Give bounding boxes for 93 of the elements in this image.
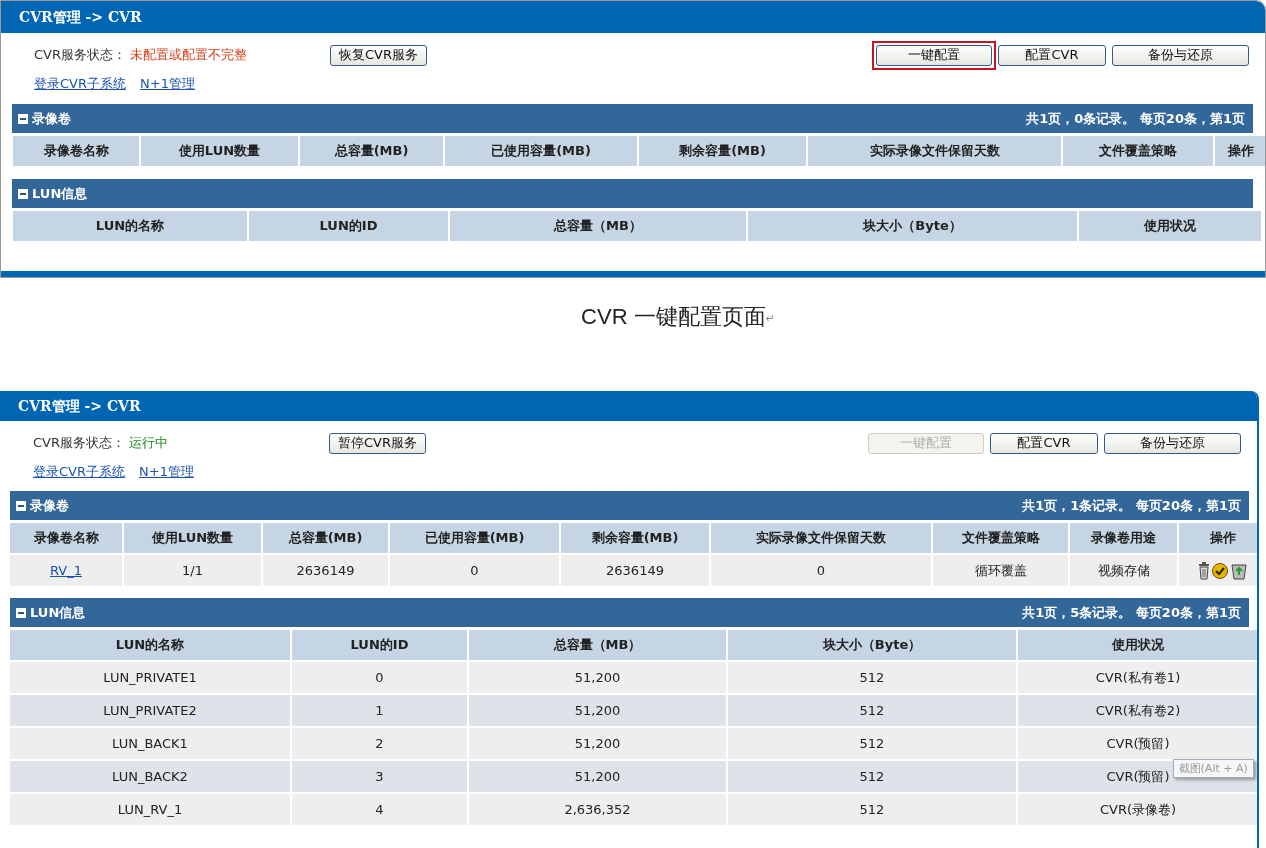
section-title: 录像卷	[30, 496, 69, 515]
nav-link[interactable]: N+1管理	[140, 75, 195, 97]
table-cell: 512	[728, 728, 1016, 759]
table-cell: CVR(预留) 截图(Alt + A)	[1018, 761, 1257, 792]
column-header: 实际录像文件保留天数	[711, 523, 931, 553]
column-header: 总容量(MB)	[263, 523, 388, 553]
table-cell: 2636149	[561, 555, 709, 586]
pagination-info: 共1页，1条记录。 每页20条，第1页	[1022, 496, 1241, 515]
pagination-info: 共1页，0条记录。 每页20条，第1页	[1026, 109, 1245, 128]
nav-link[interactable]: 登录CVR子系统	[33, 463, 125, 485]
table-cell: LUN_BACK1	[10, 728, 290, 759]
table-cell: 0	[711, 555, 931, 586]
column-header: 使用状况	[1079, 211, 1261, 241]
column-header: 已使用容量(MB)	[445, 136, 637, 166]
service-button[interactable]: 暂停CVR服务	[329, 432, 427, 454]
column-header: 剩余容量(MB)	[561, 523, 709, 553]
column-header: 已使用容量(MB)	[390, 523, 559, 553]
column-header: LUN的ID	[249, 211, 448, 241]
status-label: CVR服务状态：	[34, 46, 126, 64]
trash-icon[interactable]	[1197, 561, 1210, 580]
table-cell: LUN_PRIVATE2	[10, 695, 290, 726]
column-header: 操作	[1179, 523, 1257, 553]
collapse-icon[interactable]	[16, 607, 26, 618]
nav-link[interactable]: N+1管理	[139, 463, 194, 485]
table-cell: CVR(私有卷2)	[1018, 695, 1257, 726]
toolbar-button[interactable]: 备份与还原	[1104, 432, 1241, 454]
column-header: 剩余容量(MB)	[639, 136, 806, 166]
table-cell: LUN_RV_1	[10, 794, 290, 825]
table-cell: LUN_BACK2	[10, 761, 290, 792]
status-value: 未配置或配置不完整	[130, 46, 248, 64]
column-header: 录像卷用途	[1070, 523, 1177, 553]
table-cell: 2,636,352	[469, 794, 726, 825]
panel-title: CVR管理 -> CVR	[0, 391, 1257, 421]
column-header: LUN的名称	[10, 630, 290, 660]
table-cell: 2636149	[263, 555, 388, 586]
toolbar-button[interactable]: 配置CVR	[990, 432, 1098, 454]
table-cell: 0	[390, 555, 559, 586]
table-cell: 512	[728, 662, 1016, 693]
table-cell: 51,200	[469, 728, 726, 759]
column-header: 录像卷名称	[10, 523, 122, 553]
table-cell: 循环覆盖	[933, 555, 1068, 586]
pagination-info: 共1页，5条记录。 每页20条，第1页	[1022, 603, 1241, 622]
recycle-bin-icon[interactable]	[1229, 561, 1248, 580]
toolbar-button[interactable]: 配置CVR	[998, 44, 1106, 66]
column-header: 块大小（Byte）	[728, 630, 1016, 660]
table-cell: 1/1	[124, 555, 261, 586]
table-cell: LUN_PRIVATE1	[10, 662, 290, 693]
column-header: 使用LUN数量	[141, 136, 298, 166]
column-header: 使用状况	[1018, 630, 1257, 660]
column-header: 总容量（MB）	[469, 630, 726, 660]
nav-link[interactable]: 登录CVR子系统	[34, 75, 126, 97]
status-label: CVR服务状态：	[33, 434, 125, 452]
table-cell: 3	[292, 761, 467, 792]
status-value: 运行中	[129, 434, 169, 452]
table-cell: 512	[728, 761, 1016, 792]
collapse-icon[interactable]	[18, 188, 28, 199]
column-header: 文件覆盖策略	[1063, 136, 1213, 166]
table-cell: 512	[728, 794, 1016, 825]
toolbar-button[interactable]: 一键配置	[876, 44, 992, 66]
caption: CVR 一键配置页面	[581, 303, 766, 331]
column-header: 块大小（Byte）	[748, 211, 1077, 241]
table-cell: 512	[728, 695, 1016, 726]
column-header: 实际录像文件保留天数	[808, 136, 1061, 166]
check-icon[interactable]	[1211, 562, 1228, 579]
table-cell: 51,200	[469, 662, 726, 693]
paragraph-mark: ↵	[765, 312, 775, 325]
column-header: 操作	[1215, 136, 1265, 166]
table-cell: CVR(录像卷)	[1018, 794, 1257, 825]
table-cell: CVR(私有卷1)	[1018, 662, 1257, 693]
toolbar-button[interactable]: 备份与还原	[1112, 44, 1249, 66]
column-header: 文件覆盖策略	[933, 523, 1068, 553]
table-cell: 0	[292, 662, 467, 693]
column-header: LUN的名称	[13, 211, 247, 241]
column-header: LUN的ID	[292, 630, 467, 660]
table-cell: 51,200	[469, 761, 726, 792]
table-cell: 1	[292, 695, 467, 726]
section-title: LUN信息	[30, 603, 86, 622]
service-button[interactable]: 恢复CVR服务	[330, 44, 428, 66]
column-header: 录像卷名称	[13, 136, 139, 166]
table-cell: 4	[292, 794, 467, 825]
table-cell: 视频存储	[1070, 555, 1177, 586]
volume-link[interactable]: RV_1	[50, 563, 82, 578]
table-cell: CVR(预留)	[1018, 728, 1257, 759]
column-header: 总容量（MB）	[450, 211, 746, 241]
collapse-icon[interactable]	[16, 500, 26, 511]
collapse-icon[interactable]	[18, 113, 28, 124]
table-cell: 51,200	[469, 695, 726, 726]
column-header: 总容量(MB)	[300, 136, 443, 166]
column-header: 使用LUN数量	[124, 523, 261, 553]
section-title: 录像卷	[32, 109, 71, 128]
table-cell: 2	[292, 728, 467, 759]
section-title: LUN信息	[32, 184, 88, 203]
panel-title: CVR管理 -> CVR	[1, 1, 1265, 33]
